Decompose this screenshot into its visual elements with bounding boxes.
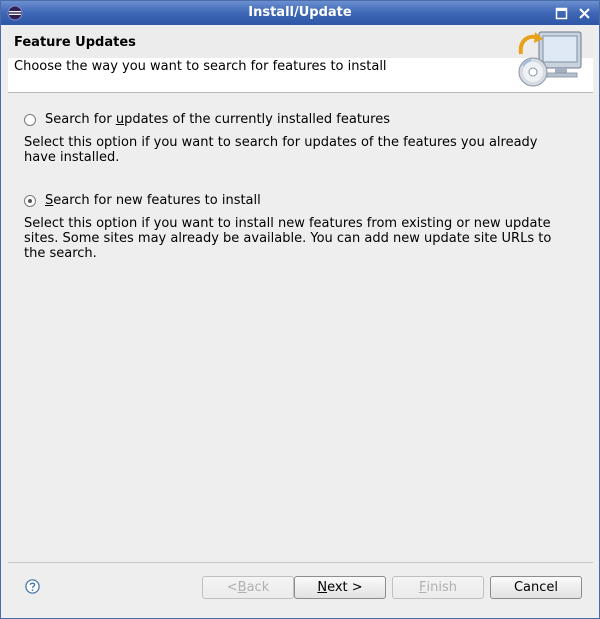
label-part: Search for [45,112,116,127]
back-label-post: ack [246,580,270,595]
radio-search-new-label[interactable]: Search for new features to install [45,193,261,208]
close-icon [579,8,590,19]
next-mnemonic: N [317,580,328,595]
radio-search-new[interactable]: Search for new features to install [24,193,261,208]
radio-search-updates-button[interactable] [24,113,36,126]
radio-search-updates[interactable]: Search for updates of the currently inst… [24,112,390,127]
close-button[interactable] [577,6,592,21]
search-updates-description: Select this option if you want to search… [24,135,538,165]
maximize-icon [555,7,568,20]
wizard-banner: Feature Updates Choose the way you want … [8,26,593,92]
back-mnemonic: B [237,580,247,595]
radio-search-updates-label[interactable]: Search for updates of the currently inst… [45,112,390,127]
install-update-window: Install/Update Feature Updates Choose th… [0,0,600,619]
window-title: Install/Update [248,5,352,20]
cancel-button[interactable]: Cancel [490,576,582,599]
footer-separator [8,562,593,563]
finish-mnemonic: F [419,580,427,595]
search-new-description: Select this option if you want to instal… [24,216,552,261]
help-icon[interactable] [25,579,40,594]
install-wizard-graphic [518,31,582,87]
maximize-button[interactable] [554,6,569,21]
next-label-post: ext > [327,580,363,595]
banner-description: Choose the way you want to search for fe… [14,59,387,74]
banner-title: Feature Updates [14,35,136,50]
back-button[interactable]: < Back [202,576,294,599]
banner-separator [8,92,593,93]
label-part: pdates of the currently installed featur… [124,112,390,127]
back-label-pre: < [226,580,238,595]
next-button[interactable]: Next > [294,576,386,599]
radio-search-new-button[interactable] [24,194,36,207]
finish-label-post: inish [426,580,457,595]
mnemonic-letter: u [115,112,125,127]
label-part: earch for new features to install [53,193,261,208]
title-bar[interactable]: Install/Update [1,1,599,25]
finish-button[interactable]: Finish [392,576,484,599]
